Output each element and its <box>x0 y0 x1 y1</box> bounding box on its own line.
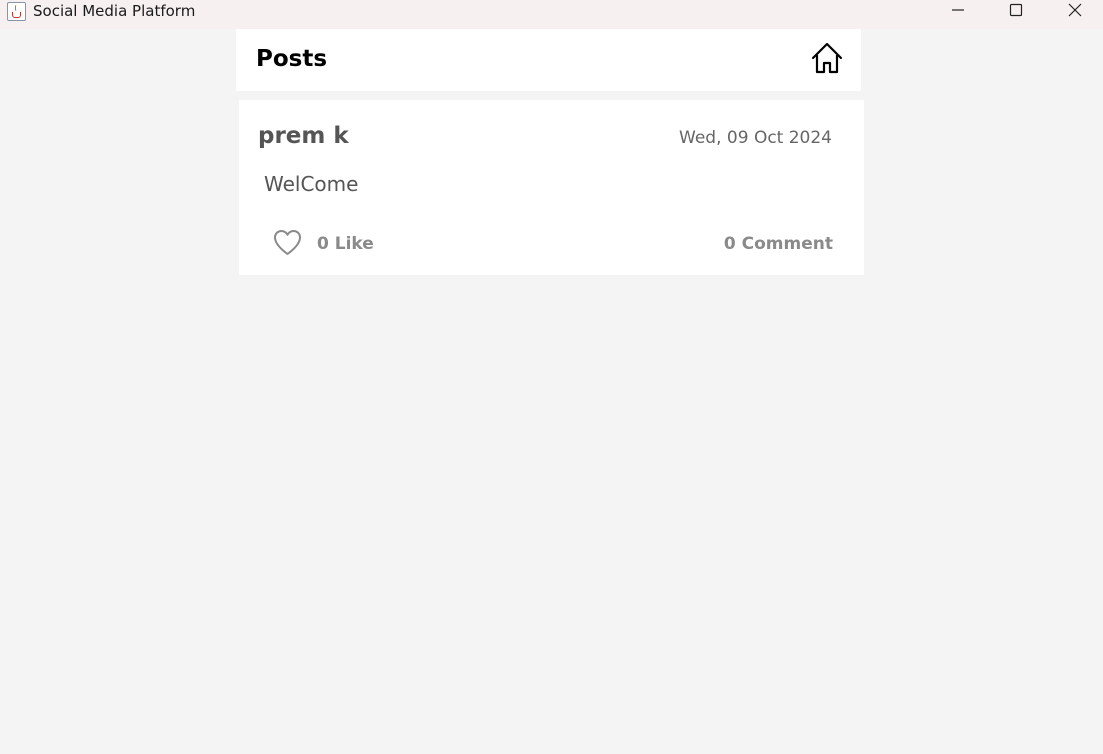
java-cup-icon <box>7 2 26 21</box>
minimize-button[interactable] <box>934 0 982 22</box>
close-button[interactable] <box>1051 0 1099 22</box>
post-author: prem k <box>258 123 349 149</box>
maximize-button[interactable] <box>992 0 1040 22</box>
minimize-icon <box>952 9 964 11</box>
posts-header: Posts <box>236 29 861 91</box>
close-icon <box>1068 3 1082 17</box>
post-content: WelCome <box>264 172 359 196</box>
post-date: Wed, 09 Oct 2024 <box>679 128 832 148</box>
comment-count[interactable]: 0 Comment <box>724 234 833 254</box>
like-button[interactable] <box>272 228 303 258</box>
window-title: Social Media Platform <box>33 2 196 20</box>
heart-outline-icon <box>274 230 301 255</box>
maximize-icon <box>1009 3 1023 17</box>
page-title: Posts <box>256 46 328 72</box>
like-count[interactable]: 0 Like <box>317 234 374 254</box>
post-card: prem k Wed, 09 Oct 2024 WelCome 0 Like 0… <box>239 100 864 275</box>
window-titlebar: Social Media Platform <box>0 0 1103 29</box>
home-icon[interactable] <box>810 41 844 75</box>
